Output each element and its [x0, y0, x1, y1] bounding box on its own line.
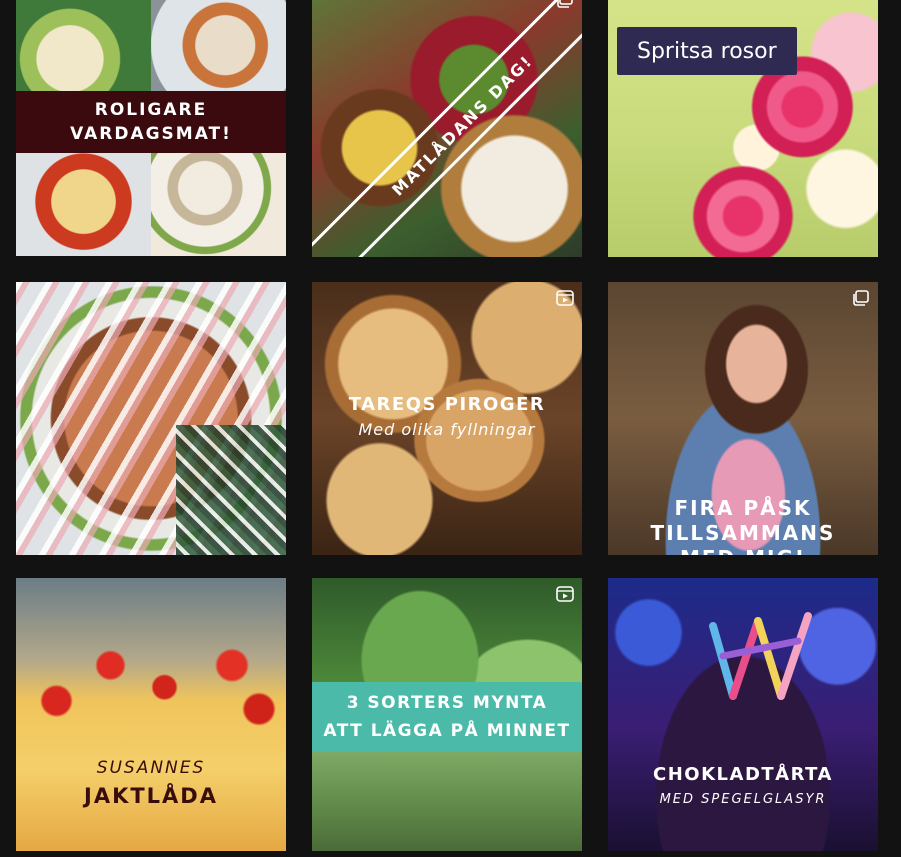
post-subtitle: Med olika fyllningar: [358, 420, 536, 439]
post-overlay-small: SUSANNES: [96, 758, 206, 778]
reel-icon: [556, 586, 574, 602]
garden-photo: [312, 752, 582, 851]
post-tile-chokladtarta[interactable]: CHOKLADTÅRTA MED SPEGELGLASYR: [608, 578, 878, 851]
post-overlay-line: 3 SORTERS MYNTA: [346, 693, 548, 713]
checkered-cloth: [176, 425, 286, 555]
post-overlay-banner: ROLIGARE VARDAGSMAT!: [16, 91, 286, 153]
post-overlay-big: JAKTLÅDA: [84, 784, 218, 808]
post-overlay-text: FIRA PÅSK TILLSAMMANS MED MIG!: [608, 496, 878, 555]
post-title: CHOKLADTÅRTA: [653, 764, 833, 785]
post-overlay-line: VARDAGSMAT!: [70, 124, 232, 144]
post-tile-susannes-jaktlada[interactable]: SUSANNES JAKTLÅDA: [16, 578, 286, 851]
post-overlay-line: ROLIGARE: [94, 100, 208, 120]
post-title: TAREQS PIROGER: [348, 394, 546, 415]
reel-icon: [556, 290, 574, 306]
post-overlay-banner: 3 SORTERS MYNTA ATT LÄGGA PÅ MINNET: [312, 682, 582, 752]
cake-topper-logo: [709, 612, 812, 700]
post-tile-matladans-dag[interactable]: MATLÅDANS DAG!: [312, 0, 582, 257]
post-overlay-line: ATT LÄGGA PÅ MINNET: [323, 721, 571, 741]
post-grid: ROLIGARE VARDAGSMAT! MATLÅDANS DAG! Spri…: [0, 0, 901, 857]
post-tile-tareqs-piroger[interactable]: TAREQS PIROGER Med olika fyllningar: [312, 282, 582, 555]
post-overlay-line: FIRA PÅSK: [674, 496, 812, 520]
post-tile-fira-pask[interactable]: FIRA PÅSK TILLSAMMANS MED MIG!: [608, 282, 878, 555]
post-tile-3-sorters-mynta[interactable]: 3 SORTERS MYNTA ATT LÄGGA PÅ MINNET: [312, 578, 582, 851]
post-overlay-line: TILLSAMMANS: [650, 521, 836, 545]
carousel-icon: [853, 290, 869, 306]
post-overlay-label: Spritsa rosor: [617, 27, 797, 75]
casserole-photo: [16, 578, 286, 851]
carousel-icon: [557, 0, 573, 8]
post-tile-roligare-vardagsmat[interactable]: ROLIGARE VARDAGSMAT!: [16, 0, 286, 257]
post-tile-rhubarb-pie[interactable]: [16, 282, 286, 555]
pastry-photo: [312, 282, 582, 555]
post-subtitle: MED SPEGELGLASYR: [659, 792, 827, 807]
post-overlay-line: MED MIG!: [608, 546, 878, 555]
post-tile-spritsa-rosor[interactable]: Spritsa rosor: [608, 0, 878, 257]
